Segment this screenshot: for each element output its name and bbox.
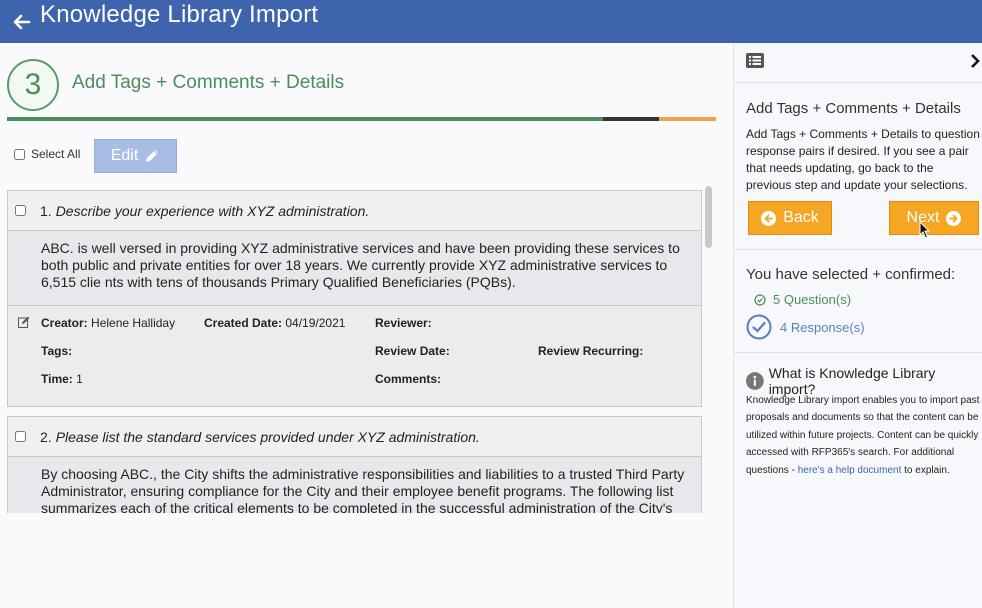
sidebar-title: Add Tags + Comments + Details <box>746 100 961 117</box>
comments-field: Comments: <box>375 372 442 386</box>
questions-count-label: 5 Question(s) <box>773 292 852 307</box>
select-all[interactable]: Select All <box>14 147 80 161</box>
selected-title: You have selected + confirmed: <box>746 266 956 283</box>
select-all-checkbox[interactable] <box>14 148 25 160</box>
help-document-link[interactable]: here's a help document <box>798 465 902 476</box>
progress-bar <box>7 117 716 121</box>
arrow-right-circle-icon <box>946 210 962 226</box>
sidebar-divider <box>734 249 982 250</box>
progress-current <box>603 117 659 121</box>
sidebar-divider <box>734 352 982 353</box>
item-checkbox[interactable] <box>15 431 26 442</box>
edit-label: Edit <box>110 147 139 164</box>
question-text: Please list the standard services provid… <box>55 428 480 445</box>
time-field: Time: 1 <box>41 372 83 386</box>
next-button[interactable]: Next <box>889 201 979 235</box>
question-number: 2. <box>40 428 52 445</box>
pencil-icon <box>146 150 159 162</box>
scrollbar-thumb[interactable] <box>705 186 712 248</box>
progress-remaining <box>659 117 716 121</box>
review-recurring-field: Review Recurring: <box>538 344 644 358</box>
step-indicator: 3 <box>7 59 59 111</box>
review-date-field: Review Date: <box>375 344 450 358</box>
question-row: 1. Describe your experience with XYZ adm… <box>8 191 701 231</box>
check-circle-large-icon <box>746 314 772 340</box>
select-all-label: Select All <box>31 147 81 161</box>
questions-count: 5 Question(s) <box>754 292 851 307</box>
responses-count-label: 4 Response(s) <box>780 319 865 335</box>
qa-list: 1. Describe your experience with XYZ adm… <box>7 190 702 513</box>
list-scrollbar[interactable] <box>704 184 714 513</box>
page-title: Knowledge Library Import <box>40 0 319 28</box>
arrow-left-circle-icon <box>761 210 777 226</box>
main-panel: 3 Add Tags + Comments + Details Select A… <box>0 43 733 608</box>
mouse-cursor-icon <box>919 221 931 239</box>
meta-details: Creator: Helene Halliday Created Date: 0… <box>8 306 701 406</box>
edit-button[interactable]: Edit <box>94 139 177 173</box>
progress-complete <box>7 117 603 121</box>
sidebar-toolbar <box>734 43 982 83</box>
step-title: Add Tags + Comments + Details <box>72 72 345 93</box>
answer-text: ABC. is well versed in providing XYZ adm… <box>8 231 701 306</box>
reviewer-field: Reviewer: <box>375 316 432 330</box>
created-date-field: Created Date: 04/19/2021 <box>204 316 346 330</box>
question-row: 2. Please list the standard services pro… <box>8 417 701 457</box>
responses-count: 4 Response(s) <box>746 314 865 340</box>
item-checkbox[interactable] <box>15 205 26 216</box>
creator-field: Creator: Helene Halliday <box>41 316 176 330</box>
list-icon[interactable] <box>746 53 764 68</box>
check-circle-small-icon <box>754 293 766 306</box>
back-button[interactable]: Back <box>748 201 832 235</box>
question-number: 1. <box>40 202 52 219</box>
answer-text: By choosing ABC., the City shifts the ad… <box>8 457 701 513</box>
qa-card: 2. Please list the standard services pro… <box>7 416 702 513</box>
help-description: Knowledge Library import enables you to … <box>746 395 980 476</box>
sidebar-description: Add Tags + Comments + Details to questio… <box>746 127 980 192</box>
question-text: Describe your experience with XYZ admini… <box>55 202 370 219</box>
tags-field: Tags: <box>41 344 73 358</box>
top-bar: Knowledge Library Import <box>0 0 982 43</box>
info-icon <box>746 372 764 390</box>
chevron-right-icon[interactable] <box>970 54 980 68</box>
sidebar: Add Tags + Comments + Details Add Tags +… <box>733 43 982 608</box>
back-arrow-icon[interactable] <box>12 12 32 32</box>
back-label: Back <box>783 209 819 226</box>
qa-card: 1. Describe your experience with XYZ adm… <box>7 190 702 407</box>
edit-details-icon[interactable] <box>18 316 30 328</box>
